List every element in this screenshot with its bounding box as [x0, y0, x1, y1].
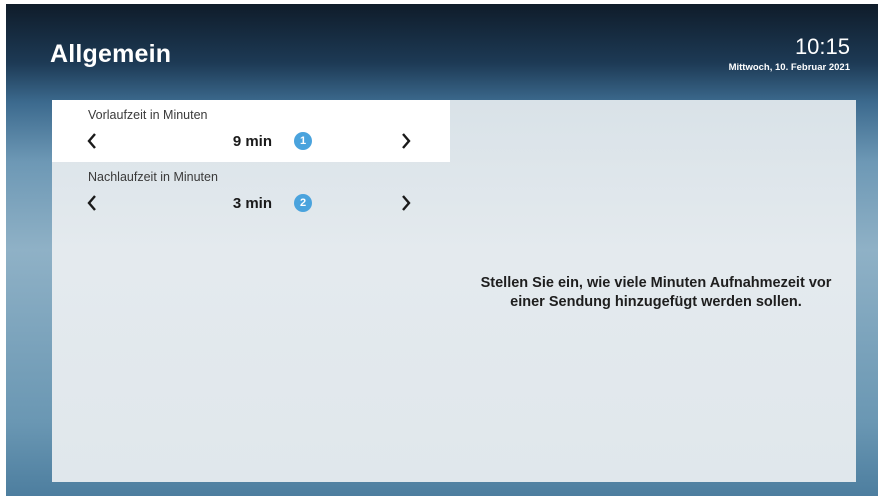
chevron-left-icon[interactable] — [86, 132, 100, 150]
step-badge: 1 — [294, 132, 312, 150]
page-title: Allgemein — [50, 40, 172, 68]
help-text-line-1: Stellen Sie ein, wie viele Minuten Aufna… — [480, 275, 832, 291]
setting-value: 3 min — [232, 195, 272, 212]
chevron-right-icon[interactable] — [400, 132, 414, 150]
chevron-left-icon[interactable] — [86, 194, 100, 212]
chevron-right-icon[interactable] — [400, 194, 414, 212]
date-label: Mittwoch, 10. Februar 2021 — [728, 62, 850, 73]
setting-nachlaufzeit[interactable]: Nachlaufzeit in Minuten 3 min 2 — [52, 162, 450, 224]
setting-label: Nachlaufzeit in Minuten — [88, 170, 218, 184]
tv-screen: Allgemein 10:15 Mittwoch, 10. Februar 20… — [6, 4, 878, 496]
setting-vorlaufzeit[interactable]: Vorlaufzeit in Minuten 9 min 1 — [52, 100, 450, 162]
help-text: Stellen Sie ein, wie viele Minuten Aufna… — [456, 274, 856, 312]
step-badge: 2 — [294, 194, 312, 212]
clock: 10:15 — [794, 34, 850, 59]
help-text-line-2: einer Sendung hinzugefügt werden sollen. — [510, 294, 802, 310]
settings-list: Vorlaufzeit in Minuten 9 min 1 Nachlaufz… — [52, 100, 450, 224]
settings-panel: Vorlaufzeit in Minuten 9 min 1 Nachlaufz… — [52, 100, 856, 482]
setting-label: Vorlaufzeit in Minuten — [88, 108, 208, 122]
setting-value: 9 min — [232, 133, 272, 150]
